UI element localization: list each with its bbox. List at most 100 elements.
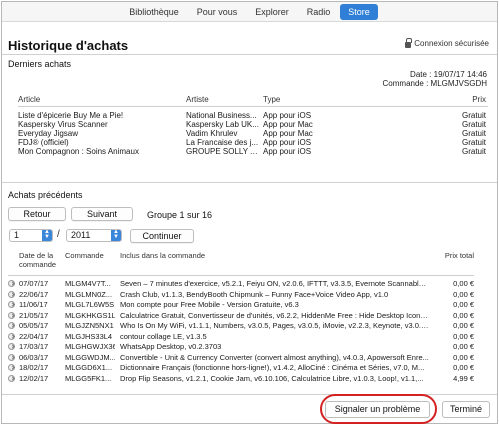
secure-label: Connexion sécurisée <box>414 39 489 48</box>
table-header: Date de la commande Commande Inclus dans… <box>8 249 474 276</box>
col-artist: Artiste <box>186 95 209 104</box>
report-problem-button[interactable]: Signaler un problème <box>325 401 430 418</box>
next-button[interactable]: Suivant <box>71 207 133 221</box>
cell-date: 17/03/17 <box>19 342 49 351</box>
arrow-circle-icon[interactable] <box>8 301 15 308</box>
back-button[interactable]: Retour <box>8 207 66 221</box>
cell-included: Mon compte pour Free Mobile - Version Gr… <box>120 300 299 309</box>
table-row[interactable]: 12/02/17 MLGG5FK1... Drop Flip Seasons, … <box>8 374 474 385</box>
arrow-circle-icon[interactable] <box>8 280 15 287</box>
group-indicator: Groupe 1 sur 16 <box>147 210 213 220</box>
month-value: 1 <box>14 230 20 240</box>
page-title: Historique d'achats <box>8 38 129 53</box>
table-row[interactable]: 22/04/17 MLGJHS33L4 contour collage LE, … <box>8 332 474 343</box>
chevron-updown-icon: ▲ ▼ <box>111 229 121 241</box>
cell-date: 21/05/17 <box>19 310 49 320</box>
table-row: FDJ® (officiel) La Francaise des j... Ap… <box>18 138 488 147</box>
arrow-circle-icon[interactable] <box>8 353 15 361</box>
cell-total: 0,00 € <box>453 363 474 372</box>
arrow-circle-icon[interactable] <box>8 343 15 350</box>
order-number: Commande : MLGMJVSGDH <box>382 79 487 88</box>
divider <box>2 182 497 183</box>
table-row: Everyday Jigsaw Vadim Khrulev App pour M… <box>18 129 488 138</box>
col-included: Inclus dans la commande <box>120 251 206 260</box>
arrow-circle-icon[interactable] <box>8 311 15 319</box>
table-row[interactable]: 11/06/17 MLGL7L6W5S Mon compte pour Free… <box>8 300 474 311</box>
cell-total: 0,00 € <box>453 279 474 288</box>
tab-for-you[interactable]: Pour vous <box>189 4 246 20</box>
previous-purchases-label: Achats précédents <box>8 190 83 200</box>
table-row[interactable]: 05/05/17 MLGJZN5NX1 Who Is On My WiFi, v… <box>8 321 474 332</box>
cell-article: FDJ® (officiel) <box>18 138 69 147</box>
cell-date: 07/07/17 <box>19 279 49 288</box>
cell-artist: La Francaise des j... <box>186 138 259 147</box>
cell-order: MLGLMN0Z... <box>65 289 113 299</box>
cell-date: 05/05/17 <box>19 321 49 330</box>
cell-total: 0,00 € <box>453 331 474 341</box>
cell-type: App pour iOS <box>263 138 312 147</box>
arrow-circle-icon[interactable] <box>8 290 15 298</box>
purchase-history-table: Date de la commande Commande Inclus dans… <box>8 249 474 384</box>
cell-included: Dictionnaire Français (fonctionne hors-l… <box>120 363 425 372</box>
cell-type: App pour Mac <box>263 129 313 138</box>
cell-artist: Vadim Khrulev <box>186 129 238 138</box>
cell-article: Kaspersky Virus Scanner <box>18 120 108 129</box>
cell-artist: GROUPE SOLLY A... <box>186 147 261 156</box>
lock-icon <box>405 37 413 48</box>
table-row[interactable]: 18/02/17 MLGGD6X1... Dictionnaire França… <box>8 363 474 374</box>
top-nav: Bibliothèque Pour vous Explorer Radio St… <box>2 2 497 22</box>
latest-purchases-label: Derniers achats <box>8 59 72 69</box>
tab-library[interactable]: Bibliothèque <box>121 4 187 20</box>
cell-included: Convertible - Unit & Currency Converter … <box>120 352 429 362</box>
year-select[interactable]: 2011 ▲ ▼ <box>66 229 122 242</box>
year-value: 2011 <box>71 230 91 240</box>
arrow-circle-icon[interactable] <box>8 374 15 382</box>
cell-total: 0,00 € <box>453 352 474 362</box>
cell-date: 12/02/17 <box>19 373 49 383</box>
cell-included: contour collage LE, v1.3.5 <box>120 331 207 341</box>
col-type: Type <box>263 95 281 104</box>
divider <box>2 54 497 55</box>
secure-connection: Connexion sécurisée <box>405 37 489 48</box>
arrow-circle-icon[interactable] <box>8 322 15 329</box>
table-row[interactable]: 22/06/17 MLGLMN0Z... Crash Club, v1.1.3,… <box>8 290 474 301</box>
month-select[interactable]: 1 ▲ ▼ <box>9 229 53 242</box>
cell-date: 06/03/17 <box>19 352 49 362</box>
table-row[interactable]: 17/03/17 MLGHGWJX36 WhatsApp Desktop, v0… <box>8 342 474 353</box>
cell-price: Gratuit <box>461 129 486 138</box>
cell-date: 22/06/17 <box>19 289 49 299</box>
cell-order: MLGG5FK1... <box>65 373 112 383</box>
done-button[interactable]: Terminé <box>442 401 490 418</box>
arrow-circle-icon[interactable] <box>8 364 15 371</box>
table-row[interactable]: 21/05/17 MLGKHKGS1L Calculatrice Gratuit… <box>8 311 474 322</box>
cell-included: WhatsApp Desktop, v0.2.3703 <box>120 342 222 351</box>
arrow-circle-icon[interactable] <box>8 332 15 340</box>
cell-type: App pour iOS <box>263 111 312 120</box>
cell-date: 22/04/17 <box>19 331 49 341</box>
continue-button[interactable]: Continuer <box>130 229 194 243</box>
cell-order: MLGJZN5NX1 <box>65 321 114 330</box>
cell-total: 0,00 € <box>453 342 474 351</box>
cell-order: MLGGD6X1... <box>65 363 113 372</box>
tab-radio[interactable]: Radio <box>299 4 339 20</box>
purchase-history-window: Bibliothèque Pour vous Explorer Radio St… <box>1 1 498 424</box>
table-row[interactable]: 06/03/17 MLGGWDJM... Convertible - Unit … <box>8 353 474 364</box>
tab-store[interactable]: Store <box>340 3 378 20</box>
chevron-updown-icon: ▲ ▼ <box>42 229 52 241</box>
tab-browse[interactable]: Explorer <box>247 4 297 20</box>
cell-included: Drop Flip Seasons, v1.2.1, Cookie Jam, v… <box>120 373 424 383</box>
cell-order: MLGGWDJM... <box>65 352 115 362</box>
cell-price: Gratuit <box>461 120 486 129</box>
cell-order: MLGJHS33L4 <box>65 331 113 341</box>
table-row[interactable]: 07/07/17 MLGM4V7T... Seven – 7 minutes d… <box>8 279 474 290</box>
cell-included: Calculatrice Gratuit, Convertisseur de d… <box>120 310 430 320</box>
col-article: Article <box>18 95 41 104</box>
cell-type: App pour Mac <box>263 120 313 129</box>
col-price: Prix <box>472 95 486 104</box>
cell-total: 0,00 € <box>453 310 474 320</box>
col-date: Date de la commande <box>19 251 57 269</box>
cell-price: Gratuit <box>461 111 486 120</box>
cell-date: 18/02/17 <box>19 363 49 372</box>
cell-price: Gratuit <box>461 147 486 156</box>
cell-total: 4,99 € <box>453 373 474 383</box>
